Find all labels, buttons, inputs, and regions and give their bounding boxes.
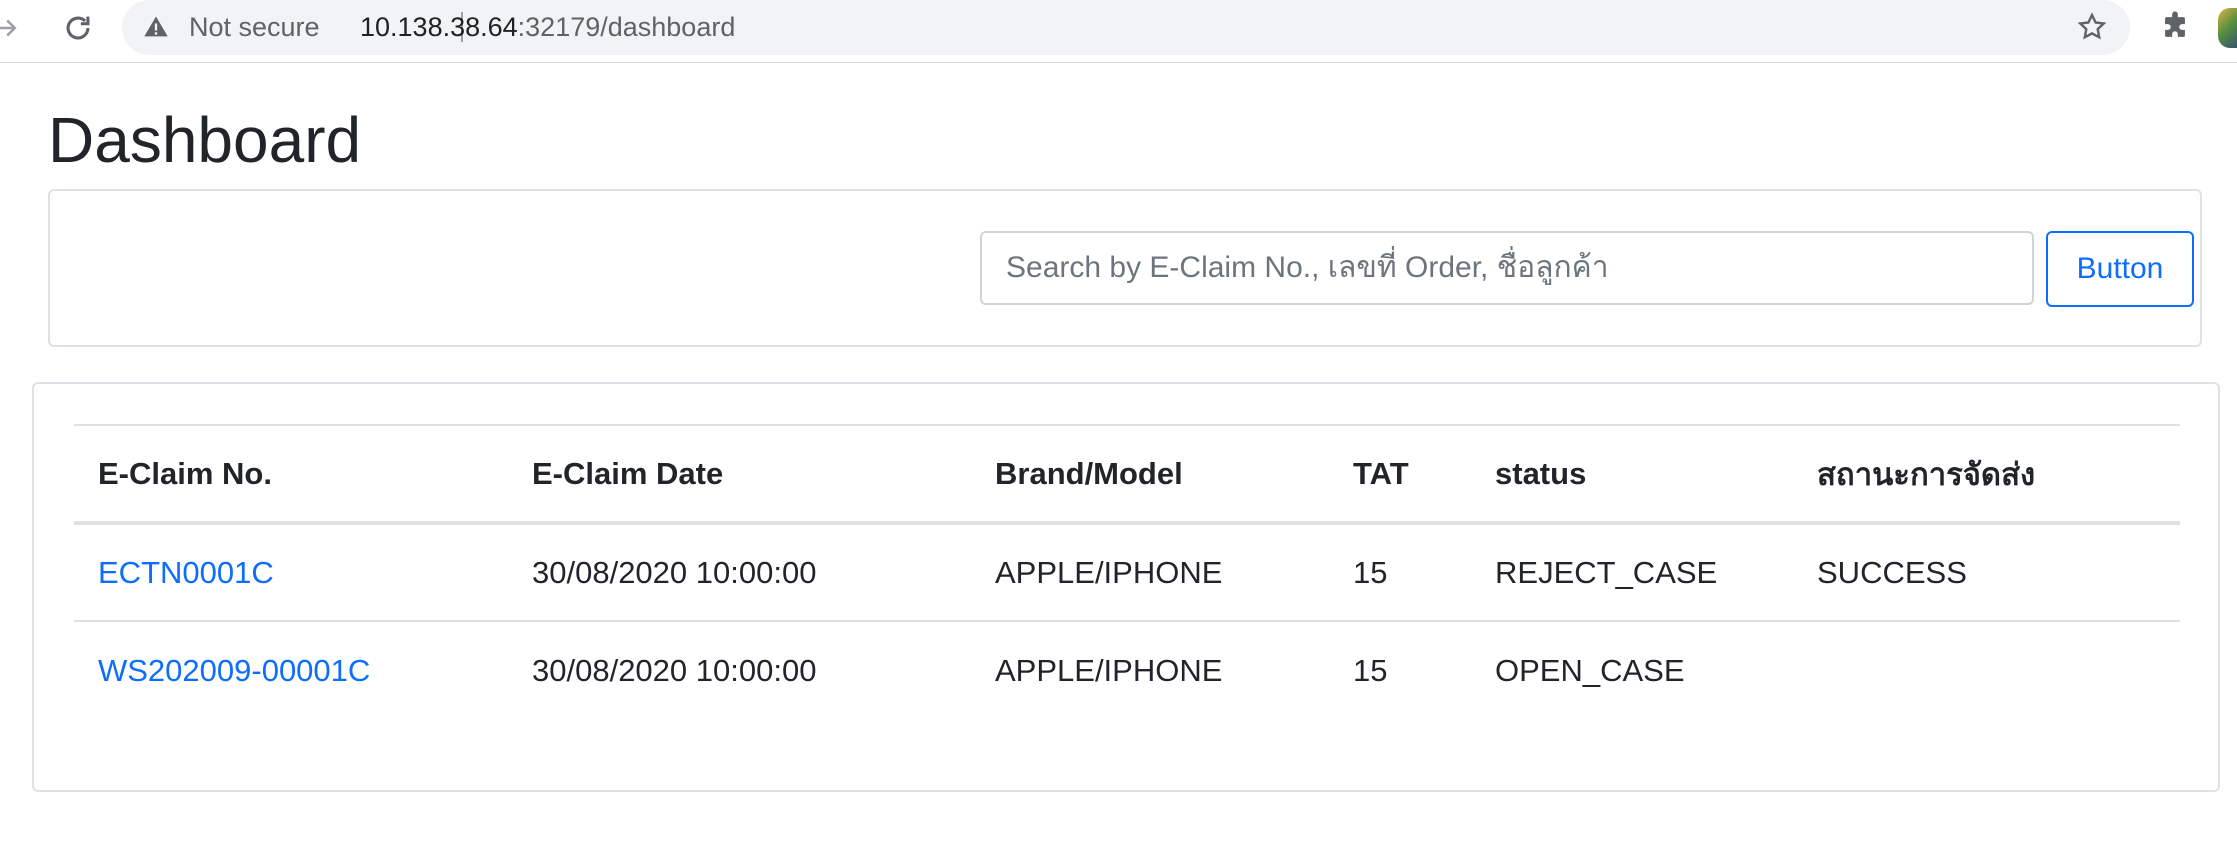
claim-date-cell: 30/08/2020 10:00:00 xyxy=(532,554,817,590)
delivery-status-cell xyxy=(1793,621,2180,719)
claim-no-cell: ECTN0001C xyxy=(74,523,508,621)
claim-no-link[interactable]: ECTN0001C xyxy=(98,555,274,590)
tat-cell: 15 xyxy=(1353,554,1388,590)
column-header-claim-no[interactable]: E-Claim No. xyxy=(74,425,508,523)
warning-icon[interactable] xyxy=(142,13,170,46)
search-input[interactable] xyxy=(980,231,2034,305)
status-cell: OPEN_CASE xyxy=(1495,652,1685,688)
claims-table: E-Claim No. E-Claim Date Brand/Model TAT… xyxy=(74,424,2180,719)
extensions-puzzle-icon[interactable] xyxy=(2158,10,2192,49)
claims-table-card: E-Claim No. E-Claim Date Brand/Model TAT… xyxy=(32,382,2220,792)
column-header-delivery-status[interactable]: สถานะการจัดส่ง xyxy=(1793,425,2180,523)
column-header-claim-date[interactable]: E-Claim Date xyxy=(508,425,971,523)
claim-no-link[interactable]: WS202009-00001C xyxy=(98,653,370,688)
search-card: Button xyxy=(48,189,2202,347)
bookmark-star-icon[interactable] xyxy=(2076,11,2108,48)
table-row: ECTN0001C 30/08/2020 10:00:00 APPLE/IPHO… xyxy=(74,523,2180,621)
reload-icon[interactable] xyxy=(58,8,98,48)
page-title: Dashboard xyxy=(48,104,362,176)
url-text[interactable]: 10.138.38.64:32179/dashboard xyxy=(360,12,735,43)
browser-toolbar: Not secure 10.138.38.64:32179/dashboard xyxy=(0,0,2237,63)
url-path: :32179/dashboard xyxy=(517,12,736,42)
column-header-tat[interactable]: TAT xyxy=(1329,425,1471,523)
status-cell: REJECT_CASE xyxy=(1495,554,1718,590)
brand-model-cell: APPLE/IPHONE xyxy=(995,652,1223,688)
brand-model-cell: APPLE/IPHONE xyxy=(995,554,1223,590)
tat-cell: 15 xyxy=(1353,652,1388,688)
claim-date-cell: 30/08/2020 10:00:00 xyxy=(532,652,817,688)
address-bar[interactable]: Not secure 10.138.38.64:32179/dashboard xyxy=(122,0,2130,55)
url-host: 10.138.38.64 xyxy=(360,12,518,42)
claim-no-cell: WS202009-00001C xyxy=(74,621,508,719)
security-label[interactable]: Not secure xyxy=(189,12,320,43)
delivery-status-cell: SUCCESS xyxy=(1817,554,1967,590)
profile-avatar[interactable] xyxy=(2218,8,2237,48)
column-header-brand-model[interactable]: Brand/Model xyxy=(971,425,1329,523)
search-button[interactable]: Button xyxy=(2046,231,2194,307)
forward-arrow-icon[interactable] xyxy=(0,8,26,48)
column-header-status[interactable]: status xyxy=(1471,425,1793,523)
table-row: WS202009-00001C 30/08/2020 10:00:00 APPL… xyxy=(74,621,2180,719)
table-header-row: E-Claim No. E-Claim Date Brand/Model TAT… xyxy=(74,425,2180,523)
